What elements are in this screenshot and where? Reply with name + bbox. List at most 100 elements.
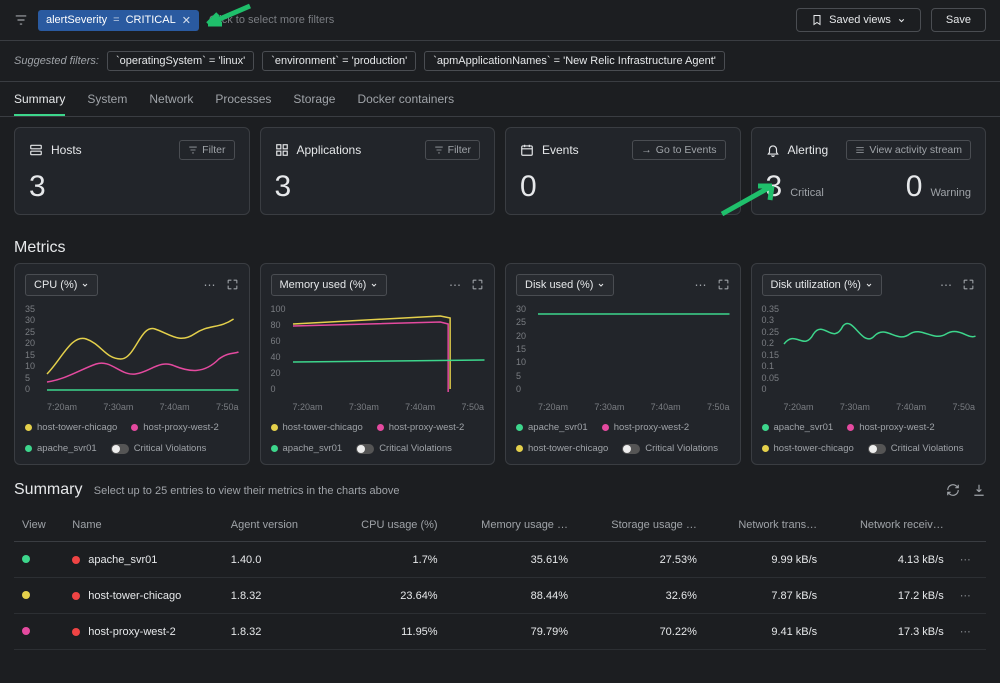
agent-version: 1.8.32 bbox=[223, 578, 329, 614]
suggested-chip[interactable]: `environment` = 'production' bbox=[262, 51, 416, 71]
tab-docker[interactable]: Docker containers bbox=[357, 92, 454, 116]
expand-icon[interactable] bbox=[962, 278, 975, 291]
alerting-title: Alerting bbox=[766, 143, 829, 157]
legend-item: host-tower-chicago bbox=[25, 422, 117, 433]
memory-usage: 88.44% bbox=[446, 578, 576, 614]
row-more-icon[interactable]: ⋯ bbox=[952, 614, 986, 650]
go-to-events-button[interactable]: → Go to Events bbox=[632, 140, 725, 160]
tab-network[interactable]: Network bbox=[149, 92, 193, 116]
server-icon bbox=[29, 143, 43, 157]
remove-filter-icon[interactable]: ✕ bbox=[182, 14, 191, 27]
table-header[interactable]: Storage usage … bbox=[576, 509, 705, 542]
applications-card: Applications Filter 3 bbox=[260, 127, 496, 215]
metric-selector[interactable]: Disk utilization (%) bbox=[762, 274, 882, 296]
network-tx: 9.99 kB/s bbox=[705, 542, 825, 578]
table-header[interactable]: Network receiv… bbox=[825, 509, 952, 542]
stat-cards-row: Hosts Filter 3 Applications Filter 3 bbox=[0, 117, 1000, 225]
metric-card: Disk utilization (%) ⋯ 0.350.30.250.20.1… bbox=[751, 263, 987, 465]
apps-count: 3 bbox=[275, 172, 481, 202]
filter-icon bbox=[188, 145, 198, 155]
critical-violations-toggle[interactable]: Critical Violations bbox=[868, 443, 964, 454]
tab-storage[interactable]: Storage bbox=[293, 92, 335, 116]
legend-item: host-proxy-west-2 bbox=[847, 422, 935, 433]
events-card: Events → Go to Events 0 bbox=[505, 127, 741, 215]
storage-usage: 70.22% bbox=[576, 614, 705, 650]
memory-usage: 79.79% bbox=[446, 614, 576, 650]
view-dot bbox=[22, 591, 30, 599]
critical-count: 3 bbox=[766, 172, 783, 202]
table-header[interactable]: View bbox=[14, 509, 64, 542]
view-dot bbox=[22, 555, 30, 563]
suggested-chip[interactable]: `apmApplicationNames` = 'New Relic Infra… bbox=[424, 51, 725, 71]
chart: 0.350.30.250.20.150.10.050 7:20am7:30am7… bbox=[762, 304, 976, 414]
table-row[interactable]: host-proxy-west-2 1.8.32 11.95% 79.79% 7… bbox=[14, 614, 986, 650]
hosts-title: Hosts bbox=[29, 143, 82, 157]
tab-summary[interactable]: Summary bbox=[14, 92, 65, 116]
suggested-filters-row: Suggested filters: `operatingSystem` = '… bbox=[0, 41, 1000, 82]
summary-table: ViewNameAgent versionCPU usage (%)Memory… bbox=[14, 509, 986, 650]
critical-violations-toggle[interactable]: Critical Violations bbox=[111, 443, 207, 454]
cpu-usage: 1.7% bbox=[328, 542, 445, 578]
chevron-down-icon bbox=[370, 281, 378, 289]
tab-system[interactable]: System bbox=[87, 92, 127, 116]
legend-item: host-proxy-west-2 bbox=[602, 422, 690, 433]
table-header[interactable]: Network trans… bbox=[705, 509, 825, 542]
row-more-icon[interactable]: ⋯ bbox=[952, 578, 986, 614]
network-tx: 7.87 kB/s bbox=[705, 578, 825, 614]
critical-label: Critical bbox=[790, 187, 824, 199]
chevron-down-icon bbox=[865, 281, 873, 289]
download-icon[interactable] bbox=[972, 483, 986, 497]
legend-item: host-tower-chicago bbox=[762, 443, 854, 454]
table-header[interactable]: Agent version bbox=[223, 509, 329, 542]
refresh-icon[interactable] bbox=[946, 483, 960, 497]
table-row[interactable]: apache_svr01 1.40.0 1.7% 35.61% 27.53% 9… bbox=[14, 542, 986, 578]
hosts-count: 3 bbox=[29, 172, 235, 202]
tab-processes[interactable]: Processes bbox=[215, 92, 271, 116]
metric-selector[interactable]: CPU (%) bbox=[25, 274, 98, 296]
network-rx: 4.13 kB/s bbox=[825, 542, 952, 578]
more-icon[interactable]: ⋯ bbox=[940, 278, 952, 292]
host-name: host-proxy-west-2 bbox=[72, 626, 214, 638]
hosts-filter-button[interactable]: Filter bbox=[179, 140, 234, 160]
legend: host-tower-chicagohost-proxy-west-2apach… bbox=[271, 422, 485, 454]
save-button[interactable]: Save bbox=[931, 8, 986, 32]
filter-placeholder[interactable]: Click to select more filters bbox=[209, 14, 786, 26]
more-icon[interactable]: ⋯ bbox=[449, 278, 461, 292]
table-row[interactable]: host-tower-chicago 1.8.32 23.64% 88.44% … bbox=[14, 578, 986, 614]
row-more-icon[interactable]: ⋯ bbox=[952, 542, 986, 578]
storage-usage: 32.6% bbox=[576, 578, 705, 614]
apps-filter-button[interactable]: Filter bbox=[425, 140, 480, 160]
critical-violations-toggle[interactable]: Critical Violations bbox=[356, 443, 452, 454]
cpu-usage: 11.95% bbox=[328, 614, 445, 650]
network-tx: 9.41 kB/s bbox=[705, 614, 825, 650]
chevron-down-icon bbox=[597, 281, 605, 289]
stream-icon bbox=[855, 145, 865, 155]
metrics-grid: CPU (%) ⋯ 35302520151050 7:20am7:30am7:4… bbox=[0, 263, 1000, 465]
calendar-icon bbox=[520, 143, 534, 157]
expand-icon[interactable] bbox=[471, 278, 484, 291]
metric-selector[interactable]: Memory used (%) bbox=[271, 274, 388, 296]
warning-label: Warning bbox=[930, 187, 971, 199]
legend: host-tower-chicagohost-proxy-west-2apach… bbox=[25, 422, 239, 454]
filter-icon bbox=[14, 13, 28, 27]
expand-icon[interactable] bbox=[717, 278, 730, 291]
metrics-title: Metrics bbox=[0, 225, 1000, 263]
table-header[interactable]: Memory usage … bbox=[446, 509, 576, 542]
agent-version: 1.8.32 bbox=[223, 614, 329, 650]
cpu-usage: 23.64% bbox=[328, 578, 445, 614]
more-icon[interactable]: ⋯ bbox=[204, 278, 216, 292]
active-filter-chip[interactable]: alertSeverity = CRITICAL ✕ bbox=[38, 10, 199, 31]
table-header[interactable]: CPU usage (%) bbox=[328, 509, 445, 542]
expand-icon[interactable] bbox=[226, 278, 239, 291]
critical-violations-toggle[interactable]: Critical Violations bbox=[622, 443, 718, 454]
table-header[interactable] bbox=[952, 509, 986, 542]
metric-selector[interactable]: Disk used (%) bbox=[516, 274, 614, 296]
view-activity-button[interactable]: View activity stream bbox=[846, 140, 971, 160]
suggested-chip[interactable]: `operatingSystem` = 'linux' bbox=[107, 51, 254, 71]
saved-views-button[interactable]: Saved views bbox=[796, 8, 921, 32]
table-header[interactable]: Name bbox=[64, 509, 222, 542]
filter-key: alertSeverity bbox=[46, 14, 107, 26]
network-rx: 17.2 kB/s bbox=[825, 578, 952, 614]
more-icon[interactable]: ⋯ bbox=[695, 278, 707, 292]
legend-item: host-proxy-west-2 bbox=[377, 422, 465, 433]
